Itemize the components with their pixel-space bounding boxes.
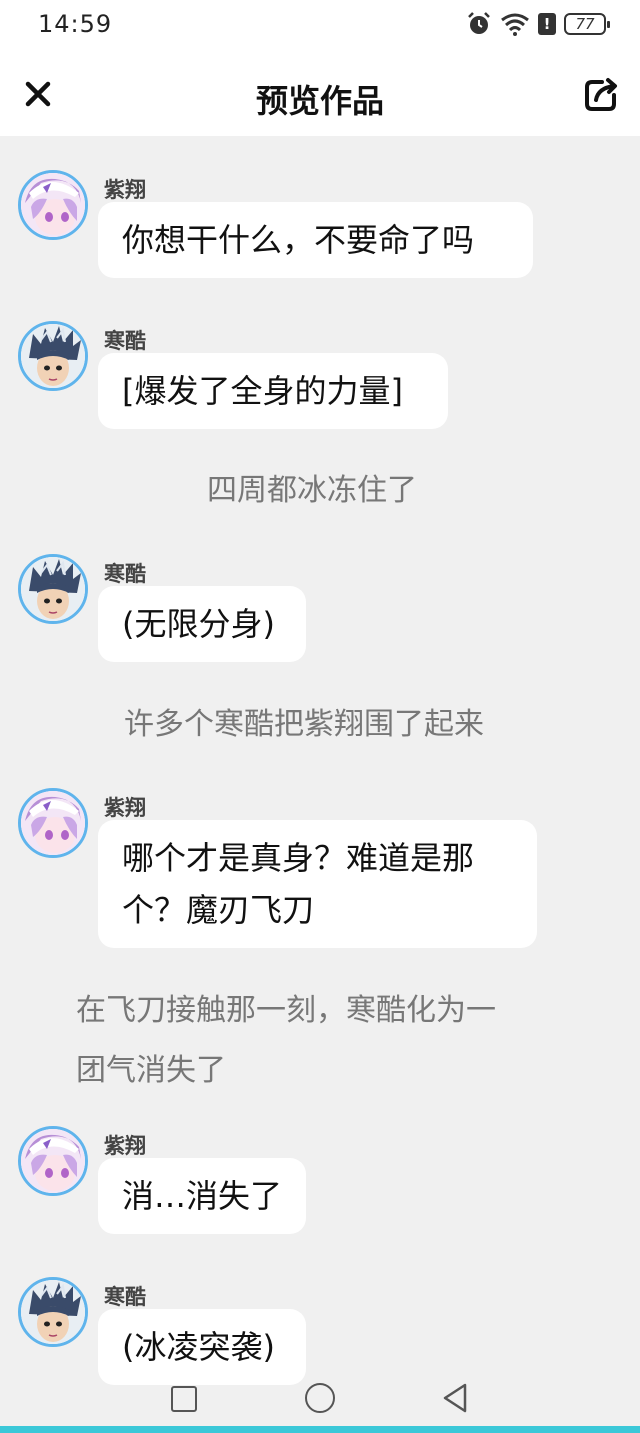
message-bubble: 消…消失了: [98, 1158, 306, 1234]
sender-name: 紫翔: [104, 1134, 146, 1158]
bottom-accent-line: [0, 1426, 640, 1433]
page-title: 预览作品: [255, 82, 384, 120]
sender-name: 紫翔: [104, 178, 146, 202]
top-bar: 预览作品: [0, 52, 640, 136]
share-icon[interactable]: [582, 76, 620, 114]
avatar-hanku[interactable]: [18, 554, 88, 624]
avatar-zixiang[interactable]: [18, 788, 88, 858]
battery-indicator: 77: [564, 13, 610, 35]
message-text-line: 哪个才是真身？难道是那: [122, 839, 475, 877]
status-bar: 14:59 ! 77: [0, 0, 640, 52]
sender-name: 紫翔: [104, 796, 146, 820]
narration-text: 四周都冰冻住了: [207, 473, 417, 508]
message-bubble: 哪个才是真身？难道是那 个？魔刃飞刀: [98, 820, 537, 948]
avatar-zixiang[interactable]: [18, 170, 88, 240]
alert-icon: !: [538, 13, 556, 35]
sender-name: 寒酷: [104, 1285, 146, 1309]
system-nav-bar: [0, 1368, 640, 1426]
narration-line: 团气消失了: [76, 1053, 226, 1088]
narration-text: 在飞刀接触那一刻，寒酷化为一 团气消失了: [76, 981, 496, 1101]
message-bubble: [爆发了全身的力量]: [98, 353, 448, 429]
narration-line: 在飞刀接触那一刻，寒酷化为一: [76, 993, 496, 1028]
message-text-line: 个？魔刃飞刀: [122, 891, 315, 929]
alarm-icon: [468, 12, 490, 34]
back-button[interactable]: [440, 1382, 470, 1414]
recent-apps-button[interactable]: [171, 1386, 197, 1412]
status-time: 14:59: [38, 10, 113, 38]
status-icons: ! 77: [466, 10, 610, 38]
sender-name: 寒酷: [104, 562, 146, 586]
sender-name: 寒酷: [104, 329, 146, 353]
avatar-zixiang[interactable]: [18, 1126, 88, 1196]
avatar-hanku[interactable]: [18, 1277, 88, 1347]
message-bubble: (无限分身): [98, 586, 306, 662]
wifi-icon: [501, 13, 529, 36]
narration-text: 许多个寒酷把紫翔围了起来: [124, 707, 484, 742]
avatar-hanku[interactable]: [18, 321, 88, 391]
message-bubble: 你想干什么，不要命了吗: [98, 202, 533, 278]
home-button[interactable]: [305, 1383, 335, 1413]
